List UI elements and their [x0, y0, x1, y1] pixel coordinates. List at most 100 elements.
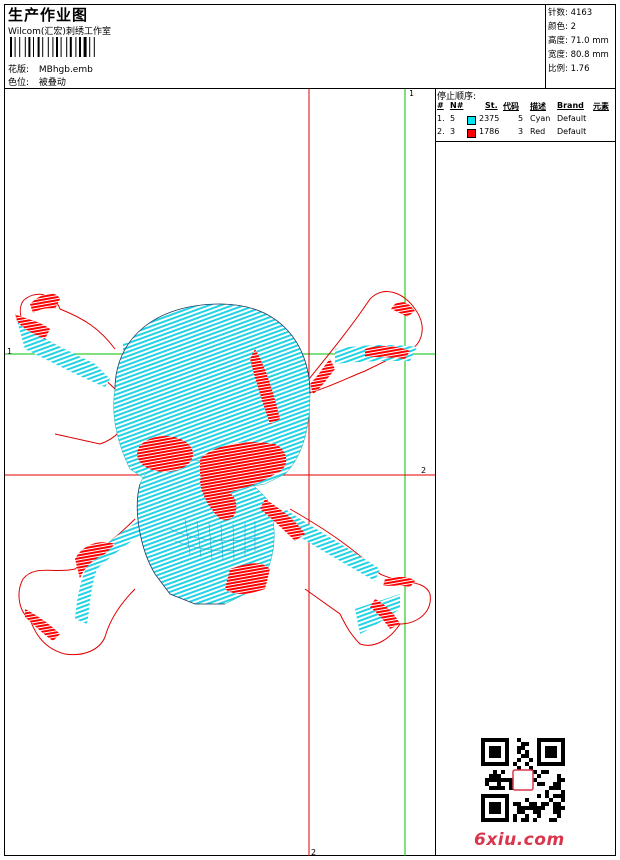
qr-module: [485, 738, 489, 742]
design-value: MBhgb.emb: [38, 65, 93, 75]
qr-module: [497, 802, 501, 806]
qr-module: [505, 818, 509, 822]
qr-module: [481, 758, 485, 762]
barcode-bar: [42, 37, 44, 57]
qr-module: [549, 750, 553, 754]
qr-module: [505, 794, 509, 798]
qr-module: [561, 738, 565, 742]
qr-module: [557, 774, 561, 778]
qr-module: [497, 754, 501, 758]
qr-module: [521, 754, 525, 758]
qr-module: [481, 810, 485, 814]
qr-module: [537, 782, 541, 786]
qr-module: [501, 778, 505, 782]
design-height: 高度: 71.0 mm: [548, 36, 609, 46]
qr-module: [537, 814, 541, 818]
qr-module: [497, 750, 501, 754]
qr-module: [553, 738, 557, 742]
color-position-row: 色位: 被叠动: [8, 75, 66, 88]
qr-module: [541, 738, 545, 742]
qr-module: [489, 818, 493, 822]
qr-module: [493, 802, 497, 806]
qr-module: [525, 742, 529, 746]
green-v-label: 1: [409, 89, 414, 98]
table-row: 1. 5 2375 5 Cyan Default: [437, 114, 616, 127]
qr-module: [537, 754, 541, 758]
qr-module: [489, 738, 493, 742]
qr-module: [549, 746, 553, 750]
table-header-row: # N# St. 代码 描述 Brand 元素: [437, 101, 616, 114]
qr-module: [489, 746, 493, 750]
qr-module: [501, 770, 505, 774]
qr-module: [497, 746, 501, 750]
qr-module: [561, 790, 565, 794]
qr-module: [513, 814, 517, 818]
qr-module: [489, 754, 493, 758]
qr-module: [533, 802, 537, 806]
barcode-bar: [14, 37, 16, 57]
qr-module: [493, 786, 497, 790]
red-v-label: 2: [311, 848, 316, 856]
qr-module: [493, 770, 497, 774]
qr-module: [493, 750, 497, 754]
col-header: #: [437, 101, 444, 110]
qr-module: [517, 758, 521, 762]
qr-module: [497, 806, 501, 810]
brand-cell: Default: [557, 127, 587, 136]
qr-module: [493, 774, 497, 778]
col-header: 代码: [503, 102, 519, 111]
qr-module: [481, 814, 485, 818]
description-cell: Cyan: [530, 114, 551, 123]
qr-module: [497, 818, 501, 822]
qr-module: [557, 802, 561, 806]
red-h-label: 2: [421, 466, 426, 475]
qr-module: [489, 762, 493, 766]
qr-module: [557, 782, 561, 786]
qr-module: [501, 762, 505, 766]
col-header: Brand: [557, 101, 584, 110]
qr-module: [485, 778, 489, 782]
qr-module: [553, 746, 557, 750]
color-swatch: [467, 129, 476, 138]
qr-module: [541, 770, 545, 774]
stitch-count: 针数: 4163: [548, 8, 593, 18]
page-title: 生产作业图: [8, 6, 89, 24]
qr-module: [493, 794, 497, 798]
qr-module: [521, 806, 525, 810]
qr-module: [545, 754, 549, 758]
qr-module: [545, 794, 549, 798]
qr-module: [545, 750, 549, 754]
qr-module: [549, 762, 553, 766]
qr-module: [481, 754, 485, 758]
qr-module: [481, 746, 485, 750]
qr-module: [553, 762, 557, 766]
qr-module: [505, 806, 509, 810]
qr-module: [541, 762, 545, 766]
table-divider: [435, 141, 616, 142]
qr-module: [533, 806, 537, 810]
qr-module: [533, 818, 537, 822]
barcode-bar: [37, 37, 40, 57]
qr-module: [505, 746, 509, 750]
qr-module: [513, 802, 517, 806]
qr-module: [537, 762, 541, 766]
qr-module: [549, 738, 553, 742]
qr-code: [481, 738, 565, 822]
qr-center-logo: [512, 769, 534, 791]
qr-module: [505, 810, 509, 814]
qr-module: [505, 762, 509, 766]
qr-module: [537, 746, 541, 750]
color-value: 被叠动: [38, 78, 66, 88]
qr-module: [505, 738, 509, 742]
qr-module: [489, 786, 493, 790]
qr-module: [517, 806, 521, 810]
row-index: 2.: [437, 127, 445, 136]
qr-module: [501, 818, 505, 822]
qr-module: [525, 806, 529, 810]
needle-number: 5: [450, 114, 456, 123]
qr-module: [525, 762, 529, 766]
qr-module: [505, 754, 509, 758]
barcode-bar: [56, 37, 58, 57]
col-header: St.: [485, 101, 498, 110]
qr-module: [545, 746, 549, 750]
